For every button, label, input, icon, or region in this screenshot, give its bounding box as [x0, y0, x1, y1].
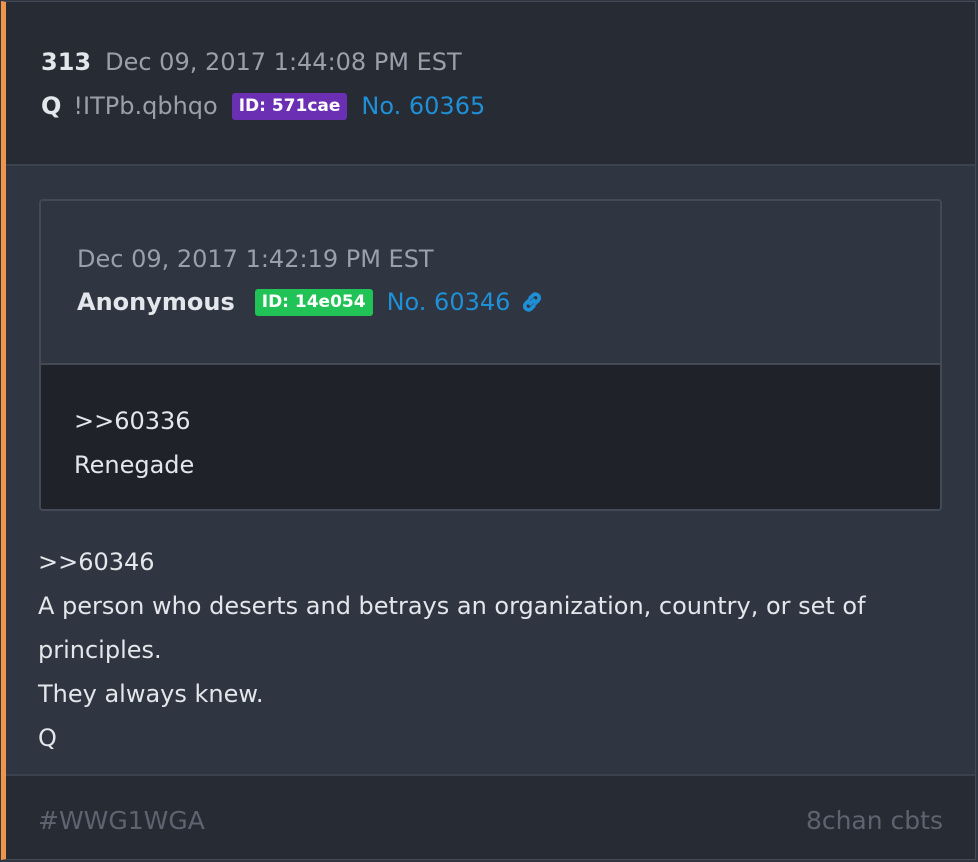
quoted-line-text: Renegade	[74, 451, 195, 479]
source-label: 8chan cbts	[805, 806, 943, 835]
post-tripcode: !ITPb.qbhqo	[73, 92, 218, 120]
quoted-post-body: >>60336 Renegade	[41, 365, 940, 509]
body-line-signature: Q	[38, 724, 57, 752]
body-line-1: A person who deserts and betrays an orga…	[38, 592, 866, 620]
post-number: 313	[41, 48, 92, 76]
quoted-post-header: Dec 09, 2017 1:42:19 PM EST Anonymous ID…	[41, 201, 940, 365]
body-line-reply[interactable]: >>60346	[38, 548, 155, 576]
body-line-3: They always knew.	[38, 680, 264, 708]
post-author: Q	[41, 92, 62, 120]
post-footer: #WWG1WGA 8chan cbts	[6, 774, 975, 859]
link-icon[interactable]	[518, 288, 546, 316]
quoted-post: Dec 09, 2017 1:42:19 PM EST Anonymous ID…	[39, 199, 942, 511]
post-header: 313 Dec 09, 2017 1:44:08 PM EST Q !ITPb.…	[6, 2, 975, 166]
post-card: 313 Dec 09, 2017 1:44:08 PM EST Q !ITPb.…	[1, 1, 976, 860]
quoted-meta-row: Dec 09, 2017 1:42:19 PM EST	[77, 245, 434, 273]
body-line-2: principles.	[38, 636, 162, 664]
quoted-line-reply[interactable]: >>60336	[74, 407, 191, 435]
post-number-link[interactable]: No. 60365	[361, 92, 485, 120]
post-id-badge: ID: 571cae	[231, 92, 348, 120]
quoted-date: Dec 09, 2017 1:42:19 PM EST	[77, 245, 434, 273]
post-date: Dec 09, 2017 1:44:08 PM EST	[105, 48, 462, 76]
quoted-author: Anonymous	[77, 288, 235, 316]
quoted-post-number-link[interactable]: No. 60346	[387, 288, 511, 316]
quoted-id-badge: ID: 14e054	[254, 288, 373, 316]
post-author-row: Q !ITPb.qbhqo ID: 571cae No. 60365	[41, 92, 485, 120]
hashtag: #WWG1WGA	[38, 806, 205, 835]
quoted-author-row: Anonymous ID: 14e054 No. 60346	[77, 288, 546, 316]
post-meta-row: 313 Dec 09, 2017 1:44:08 PM EST	[41, 48, 462, 76]
